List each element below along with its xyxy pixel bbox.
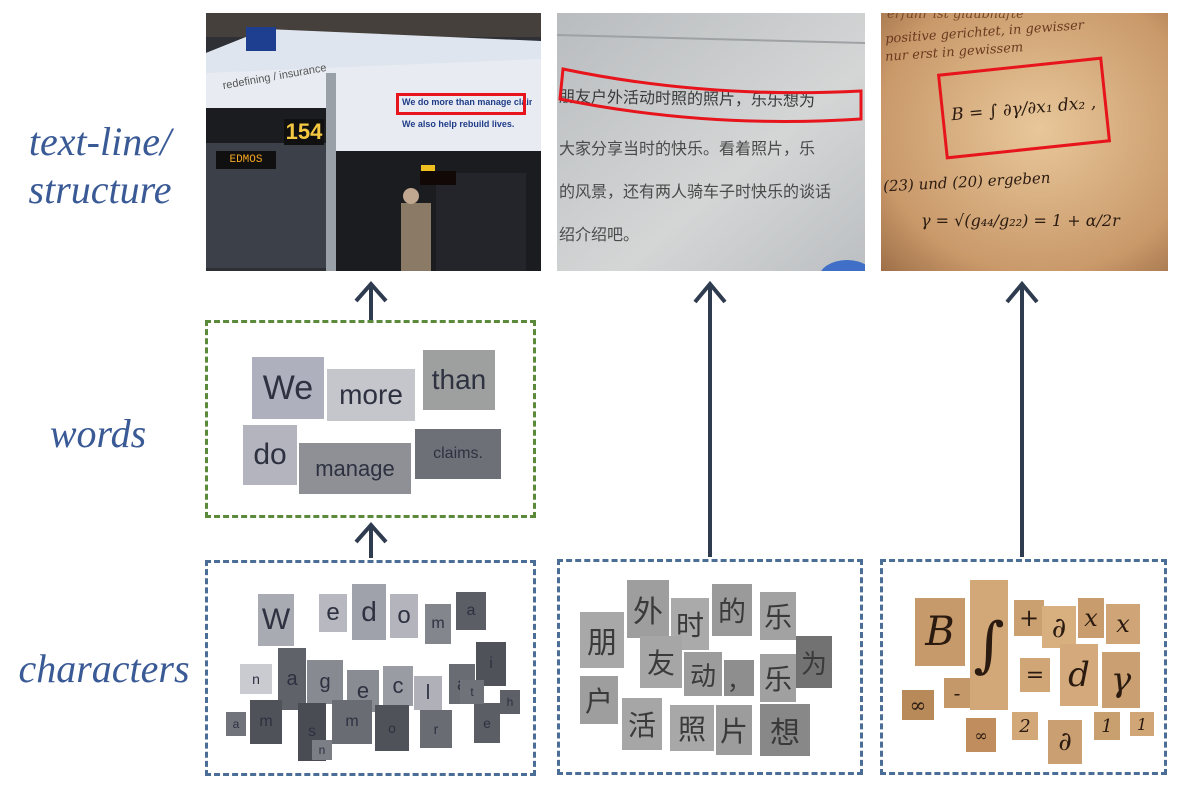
cjk-char-crops-tile: 户 — [580, 676, 618, 724]
math-char-crops-tile: γ — [1102, 652, 1140, 708]
bus-ad-line-2: We also help rebuild lives. — [402, 119, 515, 129]
chinese-document-photo: 朋友户外活动时照的照片，乐乐想为 大家分享当时的快乐。看着照片，乐 的风景，还有… — [557, 13, 865, 271]
bus-route-number: 154 — [284, 119, 324, 145]
math-formula-highlight-box — [936, 56, 1112, 160]
latin-char-crops-tile: r — [420, 710, 452, 748]
label-text-line-structure: text-line/ structure — [28, 119, 172, 212]
latin-char-crops-tile: h — [500, 690, 520, 714]
cjk-char-crops-tile: 想 — [760, 704, 810, 756]
words-crops-tile: than — [423, 350, 495, 410]
latin-char-crops-tile: m — [332, 700, 372, 744]
cjk-char-crops-tile: 动 — [684, 652, 722, 696]
cjk-char-crops-tile: ， — [724, 660, 754, 696]
words-crops-tile: more — [327, 369, 415, 421]
cjk-char-crops-tile: 活 — [622, 698, 662, 750]
latin-char-crops-tile: n — [240, 664, 272, 694]
math-char-crops-tile: x — [1078, 598, 1104, 638]
latin-char-crops-tile: a — [226, 712, 246, 736]
math-char-crops-tile: 1 — [1094, 712, 1120, 740]
cjk-char-crops-tile: 片 — [716, 705, 752, 755]
cjk-char-crops-tile: 照 — [670, 705, 714, 751]
cjk-char-crops-tile: 乐 — [760, 592, 796, 640]
latin-char-crops-tile: c — [383, 666, 413, 706]
label-words: words — [49, 411, 147, 456]
math-char-crops-tile: 1 — [1130, 712, 1154, 736]
latin-char-crops-tile: a — [456, 592, 486, 630]
latin-char-crops-tile: g — [307, 660, 343, 704]
words-crops-tile: do — [243, 425, 297, 485]
latin-char-crops-tile: m — [250, 700, 282, 744]
math-char-crops-tile: d — [1060, 644, 1098, 706]
latin-char-crops-tile: d — [352, 584, 386, 640]
cjk-char-crops-tile: 乐 — [760, 654, 796, 702]
arrow-math-characters-to-structure-head — [1005, 280, 1039, 304]
math-char-crops-tile: - — [944, 678, 970, 708]
words-crops-tile: manage — [299, 443, 411, 494]
chinese-text-highlight-box — [558, 67, 863, 123]
math-char-crops-tile: B — [915, 598, 965, 666]
bus-led-sign — [420, 171, 456, 185]
math-doc-line-1: erfuhr ist glaubhafte — [887, 13, 1024, 22]
latin-char-crops-tile: o — [375, 705, 409, 751]
latin-char-crops-tile: m — [425, 604, 451, 644]
latin-char-crops-tile: l — [414, 676, 442, 710]
math-char-crops-tile: + — [1014, 600, 1044, 636]
bus-photo-art — [206, 13, 541, 271]
bus-photo: redefining / insurance EDMOS 154 We do m… — [206, 13, 541, 271]
cjk-char-crops-tile: 友 — [640, 636, 682, 688]
latin-char-crops-tile: e — [319, 594, 347, 632]
latin-char-crops-tile: o — [390, 594, 418, 638]
math-char-crops-tile: 2 — [1012, 712, 1038, 740]
cjk-char-crops-tile: 的 — [712, 584, 752, 636]
words-crops-tile: claims. — [415, 429, 501, 479]
latin-char-crops-tile: W — [258, 594, 294, 646]
cjk-char-crops-tile: 外 — [627, 580, 669, 638]
math-char-crops-tile: ∫ — [970, 580, 1008, 710]
math-char-crops-tile: ∞ — [966, 718, 996, 752]
math-char-crops-tile: x — [1106, 604, 1140, 644]
bus-text-highlight-box — [396, 93, 526, 115]
arrow-words-to-structure-head — [354, 280, 388, 303]
words-crops-tile: We — [252, 357, 324, 419]
math-char-crops-tile: ∂ — [1042, 606, 1076, 648]
math-char-crops-tile: ∂ — [1048, 720, 1082, 764]
latin-char-crops-tile: a — [278, 648, 306, 710]
math-char-crops-tile: ∞ — [902, 690, 934, 720]
math-char-crops-tile: = — [1020, 658, 1050, 692]
arrow-chinese-characters-to-structure-head — [693, 280, 727, 304]
math-bottom-formula: γ = √(g₄₄/g₂₂) = 1 + α/2r — [921, 211, 1120, 230]
latin-char-crops-tile: n — [312, 740, 332, 760]
cjk-char-crops-tile: 朋 — [580, 612, 624, 668]
handwritten-math-photo: erfuhr ist glaubhafte positive gerichtet… — [881, 13, 1168, 271]
cjk-char-crops-tile: 为 — [796, 636, 832, 688]
arrow-characters-to-words-head — [354, 521, 388, 544]
label-characters: characters — [18, 646, 190, 691]
latin-char-crops-tile: t — [460, 680, 484, 704]
bus-destination-display: EDMOS — [216, 151, 276, 169]
latin-char-crops-tile: e — [474, 703, 500, 743]
